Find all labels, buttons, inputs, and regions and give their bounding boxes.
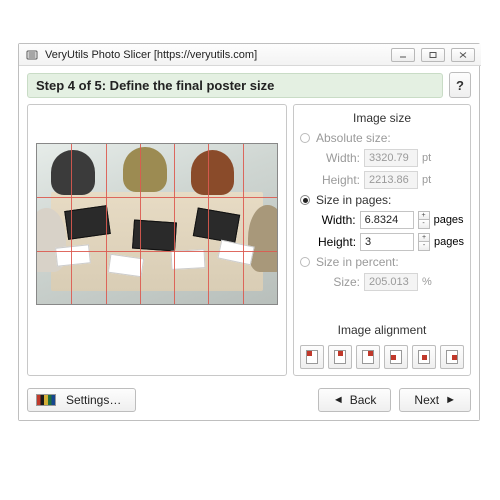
pages-height-input[interactable] <box>360 233 414 251</box>
grid-line <box>243 144 244 304</box>
align-middle-center[interactable] <box>412 345 436 369</box>
grid-line <box>106 144 107 304</box>
pages-width-label: Width: <box>318 213 356 227</box>
abs-height-label: Height: <box>318 173 360 187</box>
align-top-center[interactable] <box>328 345 352 369</box>
percent-size-input <box>364 273 418 291</box>
abs-height-unit: pt <box>422 174 456 186</box>
radio-icon <box>300 257 310 267</box>
alignment-buttons <box>300 345 464 369</box>
title-bar: VeryUtils Photo Slicer [https://veryutil… <box>19 44 481 66</box>
preview-pane <box>27 104 287 376</box>
back-button[interactable]: ◄ Back <box>318 388 392 412</box>
back-label: Back <box>350 393 377 407</box>
step-heading: Step 4 of 5: Define the final poster siz… <box>27 73 443 98</box>
radio-percent-label: Size in percent: <box>316 255 399 269</box>
align-top-right[interactable] <box>356 345 380 369</box>
align-middle-left[interactable] <box>384 345 408 369</box>
help-button[interactable]: ? <box>449 72 471 98</box>
window-content: Step 4 of 5: Define the final poster siz… <box>19 66 479 420</box>
next-label: Next <box>414 393 439 407</box>
settings-label: Settings… <box>66 393 121 407</box>
radio-absolute-label: Absolute size: <box>316 131 391 145</box>
pages-height-step-down[interactable]: - <box>418 242 430 251</box>
percent-size-label: Size: <box>318 275 360 289</box>
radio-size-in-pages[interactable]: Size in pages: <box>300 193 464 207</box>
radio-icon <box>300 195 310 205</box>
pages-width-step-up[interactable]: + <box>418 211 430 220</box>
pages-height-label: Height: <box>318 235 356 249</box>
abs-height-input <box>364 171 418 189</box>
image-alignment-title: Image alignment <box>300 323 464 337</box>
next-button[interactable]: Next ► <box>399 388 471 412</box>
minimize-button[interactable] <box>391 48 415 62</box>
abs-width-unit: pt <box>422 152 456 164</box>
abs-width-label: Width: <box>318 151 360 165</box>
arrow-right-icon: ► <box>445 394 456 406</box>
percent-size-unit: % <box>422 276 456 288</box>
grid-line <box>140 144 141 304</box>
app-icon <box>25 48 39 62</box>
maximize-button[interactable] <box>421 48 445 62</box>
flags-icon <box>36 394 56 406</box>
size-panel: Image size Absolute size: Width: pt Heig… <box>293 104 471 376</box>
radio-size-in-percent[interactable]: Size in percent: <box>300 255 464 269</box>
pages-width-unit: pages <box>434 214 464 226</box>
align-top-left[interactable] <box>300 345 324 369</box>
radio-icon <box>300 133 310 143</box>
window-title: VeryUtils Photo Slicer [https://veryutil… <box>45 49 257 61</box>
grid-line <box>71 144 72 304</box>
preview-image <box>36 143 278 305</box>
bottom-bar: Settings… ◄ Back Next ► <box>27 386 471 414</box>
pages-height-step-up[interactable]: + <box>418 233 430 242</box>
pages-width-input[interactable] <box>360 211 414 229</box>
align-middle-right[interactable] <box>440 345 464 369</box>
image-size-title: Image size <box>300 111 464 125</box>
pages-width-step-down[interactable]: - <box>418 220 430 229</box>
settings-button[interactable]: Settings… <box>27 388 136 412</box>
pages-height-unit: pages <box>434 236 464 248</box>
arrow-left-icon: ◄ <box>333 394 344 406</box>
close-button[interactable] <box>451 48 475 62</box>
grid-line <box>174 144 175 304</box>
radio-absolute-size[interactable]: Absolute size: <box>300 131 464 145</box>
grid-line <box>208 144 209 304</box>
grid-line <box>37 251 277 252</box>
grid-line <box>37 197 277 198</box>
abs-width-input <box>364 149 418 167</box>
radio-pages-label: Size in pages: <box>316 193 391 207</box>
